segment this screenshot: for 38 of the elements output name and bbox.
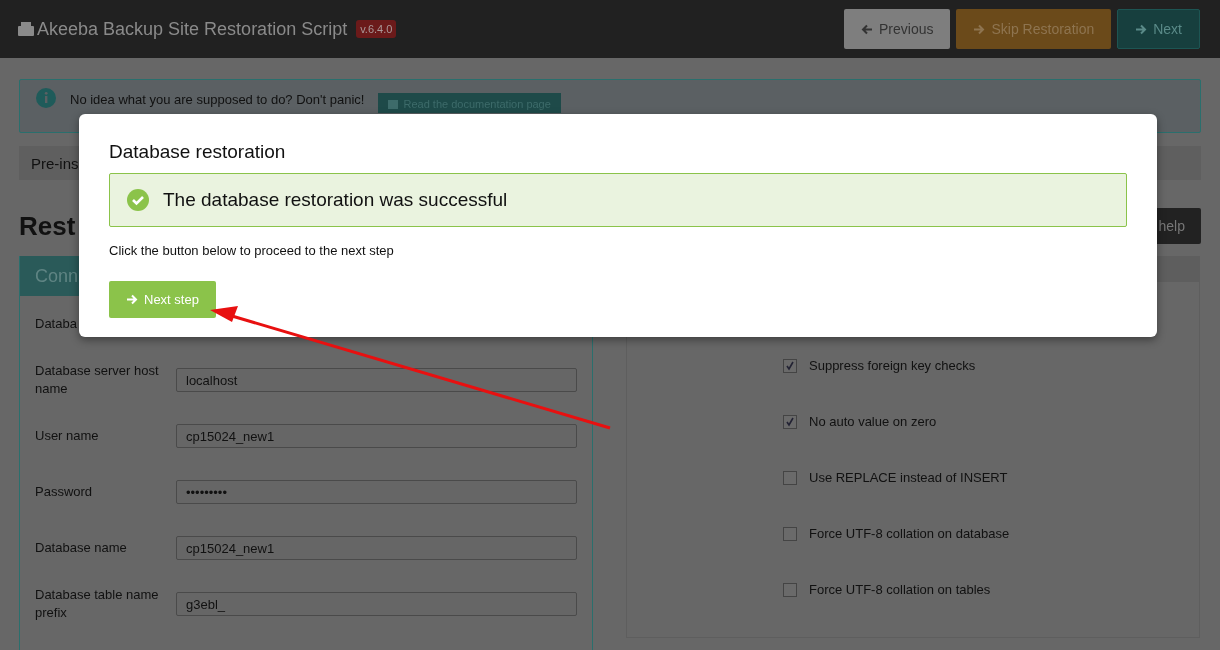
checkbox[interactable] bbox=[783, 526, 797, 541]
checkbox[interactable] bbox=[783, 582, 797, 597]
checkbox[interactable] bbox=[783, 470, 797, 485]
arrow-left-icon bbox=[861, 23, 873, 35]
arrow-right-icon bbox=[126, 294, 138, 305]
info-icon bbox=[36, 88, 56, 108]
input-field[interactable]: localhost bbox=[176, 368, 577, 392]
password-field[interactable]: ••••••••• bbox=[176, 480, 577, 504]
arrow-right-icon bbox=[973, 23, 986, 35]
option-label: Force UTF-8 collation on database bbox=[809, 526, 1010, 541]
page-heading: Rest bbox=[19, 210, 76, 242]
arrow-right-icon bbox=[1135, 23, 1148, 35]
app-title: Akeeba Backup Site Restoration Script bbox=[37, 18, 348, 40]
version-badge: v.6.4.0 bbox=[356, 20, 397, 38]
option-label: No auto value on zero bbox=[809, 414, 937, 429]
field-label: Database server host name bbox=[35, 362, 160, 398]
input-field[interactable]: g3ebl_ bbox=[176, 592, 577, 616]
book-icon bbox=[388, 99, 399, 109]
next-button[interactable]: Next bbox=[1117, 9, 1200, 49]
field-label: Databa bbox=[35, 315, 78, 333]
input-field[interactable]: cp15024_new1 bbox=[176, 424, 577, 448]
field-label: User name bbox=[35, 427, 100, 445]
checkbox[interactable] bbox=[783, 414, 797, 429]
checkbox[interactable] bbox=[783, 358, 797, 373]
option-label: Suppress foreign key checks bbox=[809, 358, 976, 373]
field-label: Password bbox=[35, 483, 94, 501]
alert-text: The database restoration was successful bbox=[163, 189, 508, 211]
check-circle-icon bbox=[127, 189, 149, 211]
info-text: No idea what you are supposed to do? Don't panic! bbox=[70, 92, 365, 107]
field-label: Database table name prefix bbox=[35, 586, 160, 622]
field-label: Database name bbox=[35, 539, 128, 557]
option-label: Force UTF-8 collation on tables bbox=[809, 582, 991, 597]
instruction-text: Click the button below to proceed to the next step bbox=[109, 243, 395, 258]
boxes-icon bbox=[18, 22, 34, 36]
back-button[interactable]: Previous bbox=[844, 9, 951, 49]
option-label: Use REPLACE instead of INSERT bbox=[809, 470, 1008, 485]
input-field[interactable]: cp15024_new1 bbox=[176, 536, 577, 560]
next-step-button[interactable]: Next step bbox=[109, 281, 216, 318]
